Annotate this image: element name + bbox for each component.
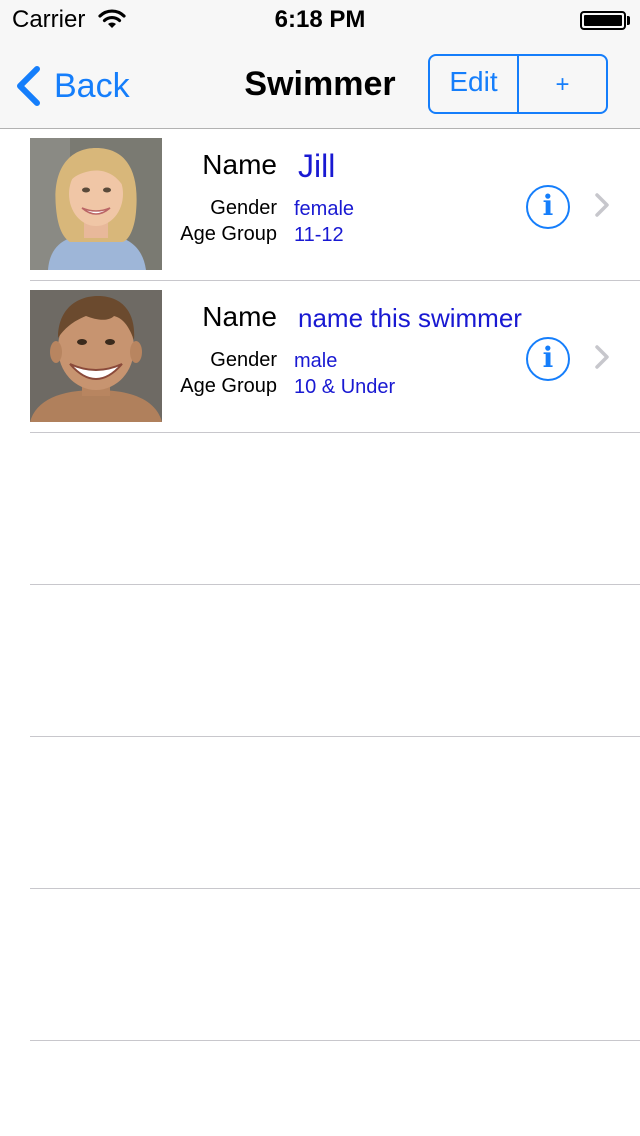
gender-label: Gender (210, 197, 277, 219)
name-label: Name (202, 149, 277, 180)
status-bar: Carrier 6:18 PM (0, 0, 640, 40)
swimmer-name: name this swimmer (298, 303, 522, 333)
info-icon: i (542, 189, 554, 222)
swimmer-photo (30, 290, 162, 422)
swimmer-gender: male (294, 350, 338, 372)
empty-row (30, 433, 640, 585)
back-button-label: Back (54, 66, 130, 105)
swimmer-age-group: 11-12 (294, 224, 344, 246)
swimmer-name: Jill (298, 148, 336, 184)
name-label: Name (202, 301, 277, 332)
age-group-label: Age Group (180, 375, 277, 397)
battery-tip (627, 16, 630, 25)
chevron-right-icon (595, 345, 609, 369)
swimmer-row[interactable]: Name Jill Gender female Age Group 11-12 … (30, 129, 640, 281)
empty-row (30, 737, 640, 889)
empty-row (30, 889, 640, 1041)
age-group-label: Age Group (180, 223, 277, 245)
back-button[interactable]: Back (14, 64, 130, 108)
swimmer-table: Name Jill Gender female Age Group 11-12 … (0, 129, 640, 1041)
edit-add-segmented-control: Edit + (428, 54, 608, 114)
swimmer-row[interactable]: Name name this swimmer Gender male Age G… (30, 281, 640, 433)
swimmer-gender: female (294, 198, 355, 220)
empty-row (30, 585, 640, 737)
edit-button[interactable]: Edit (430, 56, 519, 112)
navigation-bar: Back Swimmer Edit + (0, 40, 640, 129)
status-time: 6:18 PM (274, 6, 366, 33)
chevron-right-icon (595, 193, 609, 217)
battery-icon (580, 11, 626, 30)
swimmer-photo (30, 138, 162, 270)
gender-label: Gender (210, 349, 277, 371)
info-button[interactable]: i (526, 185, 570, 229)
add-swimmer-button[interactable]: + (519, 56, 606, 112)
swimmer-age-group: 10 & Under (294, 376, 396, 398)
chevron-left-icon (17, 66, 40, 106)
info-icon: i (542, 341, 554, 374)
info-button[interactable]: i (526, 337, 570, 381)
